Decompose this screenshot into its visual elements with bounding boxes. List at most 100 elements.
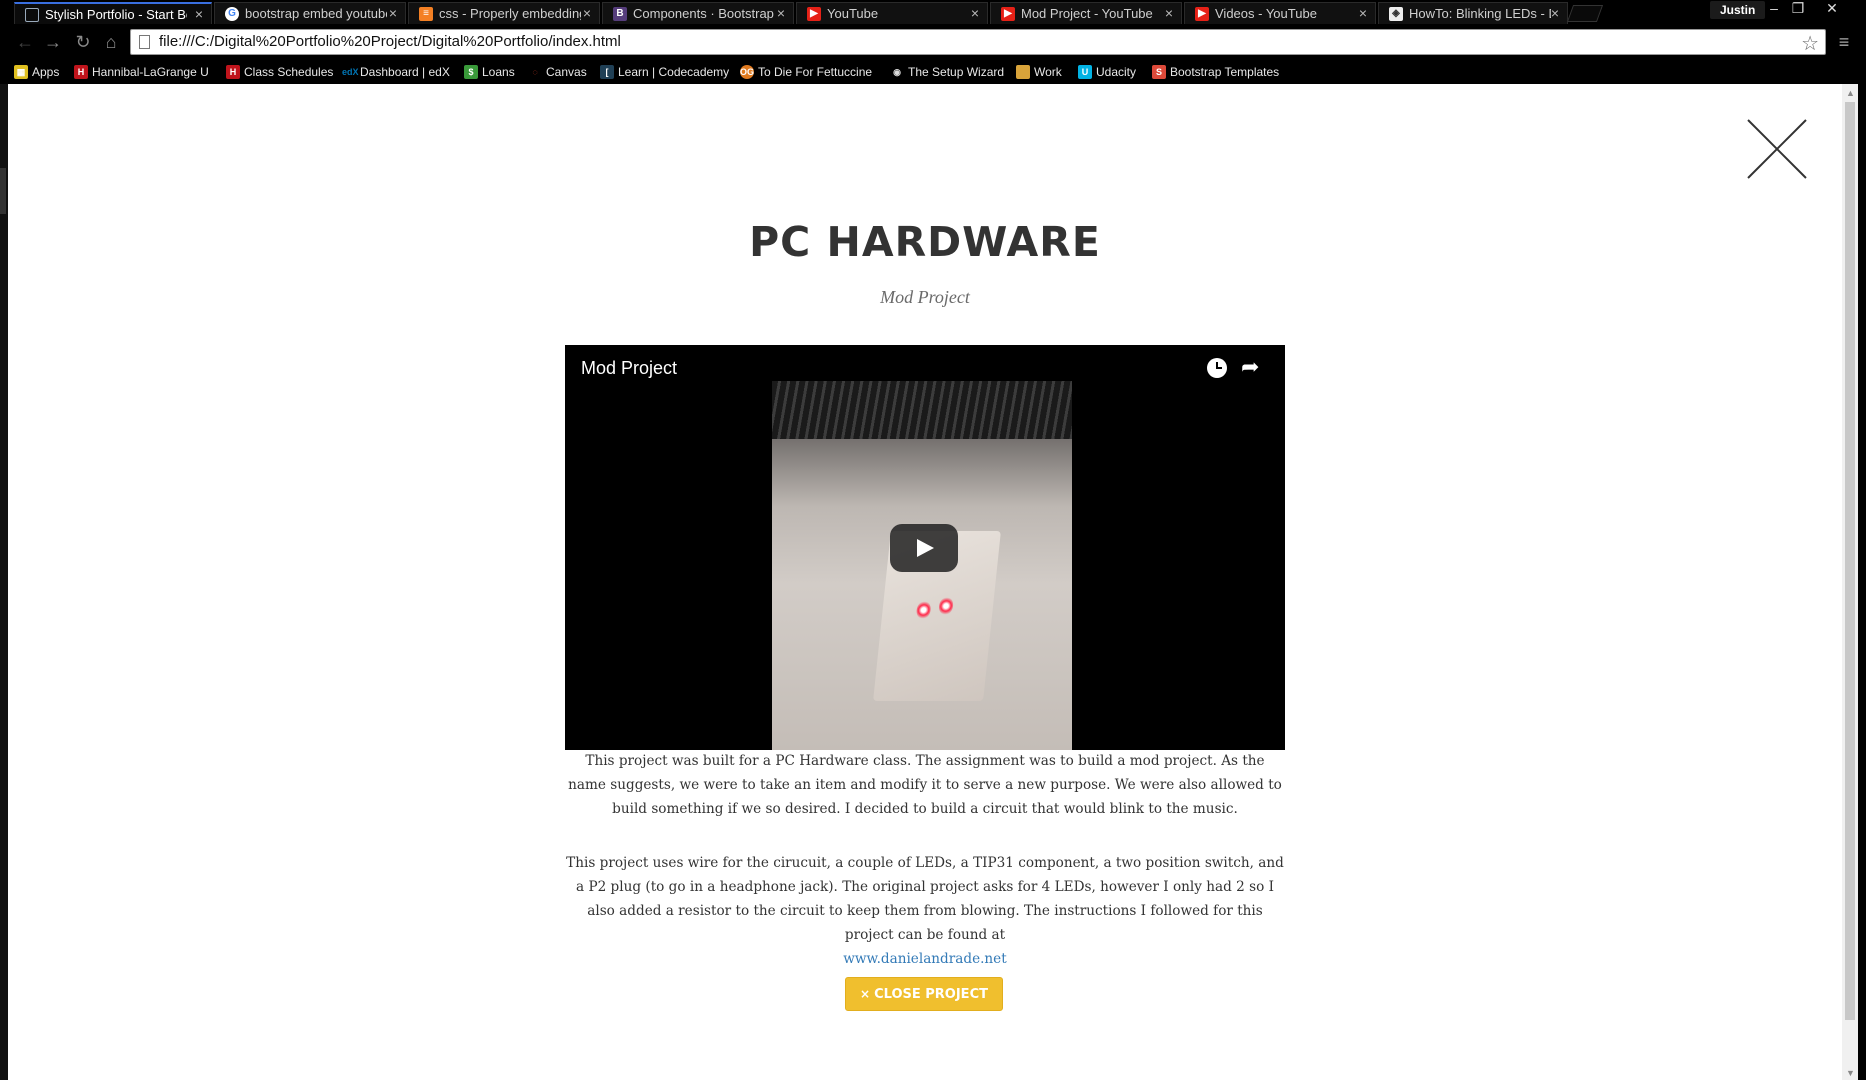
bookmark-apps[interactable]: ▦ Apps xyxy=(14,63,59,81)
bookmark-setup-wizard[interactable]: ◉ The Setup Wizard xyxy=(890,63,1004,81)
scroll-up-icon[interactable]: ▲ xyxy=(1846,88,1855,98)
address-bar[interactable]: file:///C:/Digital%20Portfolio%20Project… xyxy=(130,29,1826,55)
source-link[interactable]: www.danielandrade.net xyxy=(843,951,1006,967)
tab-videos-youtube[interactable]: ▶ Videos - YouTube × xyxy=(1184,2,1376,24)
youtube-embed[interactable]: Mod Project ➦ xyxy=(565,345,1285,750)
tab-label: HowTo: Blinking LEDs - Da xyxy=(1409,6,1551,21)
bookmark-label: Hannibal-LaGrange U xyxy=(92,65,209,79)
new-tab-button[interactable] xyxy=(1566,5,1604,22)
tab-close-icon[interactable]: × xyxy=(777,3,785,24)
bookmark-loans[interactable]: $ Loans xyxy=(464,63,515,81)
tab-bootstrap-embed[interactable]: G bootstrap embed youtube × xyxy=(214,2,406,24)
bookmark-bootstrap-templates[interactable]: S Bootstrap Templates xyxy=(1152,63,1279,81)
share-icon[interactable]: ➦ xyxy=(1241,354,1259,380)
bookmark-star-icon[interactable]: ☆ xyxy=(1801,31,1819,56)
site-icon: ◈ xyxy=(1389,7,1403,21)
close-project-button[interactable]: × CLOSE PROJECT xyxy=(845,977,1003,1011)
loans-icon: $ xyxy=(464,65,478,79)
close-modal-icon[interactable] xyxy=(1748,120,1806,178)
tab-youtube[interactable]: ▶ YouTube × xyxy=(796,2,988,24)
edx-icon: edX xyxy=(342,67,359,77)
page-icon xyxy=(25,8,39,22)
tab-close-icon[interactable]: × xyxy=(971,3,979,24)
tab-label: Components · Bootstrap xyxy=(633,6,774,21)
home-icon[interactable]: ⌂ xyxy=(98,30,124,54)
tab-close-icon[interactable]: × xyxy=(1551,3,1559,24)
bootstrap-icon: B xyxy=(613,7,627,21)
project-description-2: This project uses wire for the cirucuit,… xyxy=(565,851,1285,971)
video-title[interactable]: Mod Project xyxy=(581,358,677,379)
wifi-icon: ◉ xyxy=(893,67,901,77)
canvas-icon: ◌ xyxy=(532,67,538,77)
youtube-icon: ▶ xyxy=(1001,7,1015,21)
udacity-icon: U xyxy=(1078,65,1092,79)
page-left-edge xyxy=(0,84,8,1080)
tab-mod-project-youtube[interactable]: ▶ Mod Project - YouTube × xyxy=(990,2,1182,24)
chrome-menu-icon[interactable]: ≡ xyxy=(1832,32,1856,52)
bookmark-codecademy[interactable]: [ Learn | Codecademy xyxy=(600,63,729,81)
page-scrollbar[interactable]: ▲ ▼ xyxy=(1842,84,1858,1080)
tab-close-icon[interactable]: × xyxy=(389,3,397,24)
bookmark-edx[interactable]: edX Dashboard | edX xyxy=(342,63,450,81)
led-light xyxy=(938,597,954,615)
youtube-icon: ▶ xyxy=(807,7,821,21)
reload-icon[interactable]: ↻ xyxy=(70,30,96,54)
bookmark-work[interactable]: Work xyxy=(1016,63,1062,81)
page-icon xyxy=(139,35,150,49)
bookmark-hlgu[interactable]: H Hannibal-LaGrange U xyxy=(74,63,209,81)
scroll-thumb[interactable] xyxy=(1845,102,1855,1020)
bookmark-label: The Setup Wizard xyxy=(908,65,1005,79)
bookmark-label: Udacity xyxy=(1096,65,1137,79)
apps-grid-icon: ▦ xyxy=(14,65,28,79)
project-subtitle: Mod Project xyxy=(880,287,970,307)
project-description-1: This project was built for a PC Hardware… xyxy=(568,753,1282,817)
tab-close-icon[interactable]: × xyxy=(1165,3,1173,24)
bookmark-label: Dashboard | edX xyxy=(360,65,450,79)
tab-close-icon[interactable]: × xyxy=(195,4,203,24)
browser-toolbar: ← → ↻ ⌂ file:///C:/Digital%20Portfolio%2… xyxy=(0,24,1866,60)
thumbnail-background xyxy=(772,381,1072,439)
url-text[interactable]: file:///C:/Digital%20Portfolio%20Project… xyxy=(159,33,621,50)
profile-button[interactable]: Justin xyxy=(1710,1,1766,19)
tab-bootstrap-components[interactable]: B Components · Bootstrap × xyxy=(602,2,794,24)
project-title: PC HARDWARE xyxy=(749,218,1101,266)
bookmark-udacity[interactable]: U Udacity xyxy=(1078,63,1136,81)
tab-label: YouTube xyxy=(827,6,879,21)
google-icon: G xyxy=(225,7,239,21)
tab-label: css - Properly embedding xyxy=(439,6,581,21)
back-icon[interactable]: ← xyxy=(12,30,38,54)
tab-label: Mod Project - YouTube xyxy=(1021,6,1153,21)
bookmark-fettuccine[interactable]: OG To Die For Fettuccine xyxy=(740,63,872,81)
startbootstrap-icon: S xyxy=(1152,65,1166,79)
bookmark-label: Apps xyxy=(32,65,60,79)
bookmark-class-schedules[interactable]: H Class Schedules xyxy=(226,63,333,81)
bookmark-label: Learn | Codecademy xyxy=(618,65,730,79)
food-icon: OG xyxy=(740,65,755,79)
led-light xyxy=(915,601,932,619)
tab-css-embedding[interactable]: ≡ css - Properly embedding × xyxy=(408,2,600,24)
bookmark-label: Loans xyxy=(482,65,515,79)
tab-strip: Stylish Portfolio - Start Bo × G bootstr… xyxy=(0,0,1866,24)
tab-stylish-portfolio[interactable]: Stylish Portfolio - Start Bo × xyxy=(14,2,212,24)
scroll-down-icon[interactable]: ▼ xyxy=(1846,1068,1855,1078)
window-close-icon[interactable]: ✕ xyxy=(1818,0,1846,18)
stackoverflow-icon: ≡ xyxy=(419,7,433,21)
forward-icon[interactable]: → xyxy=(40,30,66,54)
tab-close-icon[interactable]: × xyxy=(583,3,591,24)
folder-icon xyxy=(1016,65,1030,79)
portfolio-modal: PC HARDWARE Mod Project Mod Project ➦ Th… xyxy=(8,84,1842,1080)
bookmark-label: Bootstrap Templates xyxy=(1170,65,1280,79)
bookmark-label: To Die For Fettuccine xyxy=(758,65,873,79)
tab-label: Videos - YouTube xyxy=(1215,6,1317,21)
bookmark-label: Work xyxy=(1034,65,1062,79)
tab-close-icon[interactable]: × xyxy=(1359,3,1367,24)
bookmarks-bar: ▦ Apps H Hannibal-LaGrange U H Class Sch… xyxy=(0,60,1866,84)
close-icon: × xyxy=(860,987,871,1001)
youtube-icon: ▶ xyxy=(1195,7,1209,21)
play-icon[interactable] xyxy=(890,524,958,572)
bookmark-canvas[interactable]: ◌ Canvas xyxy=(528,63,586,81)
tab-blinking-leds[interactable]: ◈ HowTo: Blinking LEDs - Da × xyxy=(1378,2,1568,24)
clock-icon[interactable] xyxy=(1207,358,1227,378)
hlgu-icon: H xyxy=(74,65,88,79)
restore-icon[interactable]: ❐ xyxy=(1784,0,1812,18)
